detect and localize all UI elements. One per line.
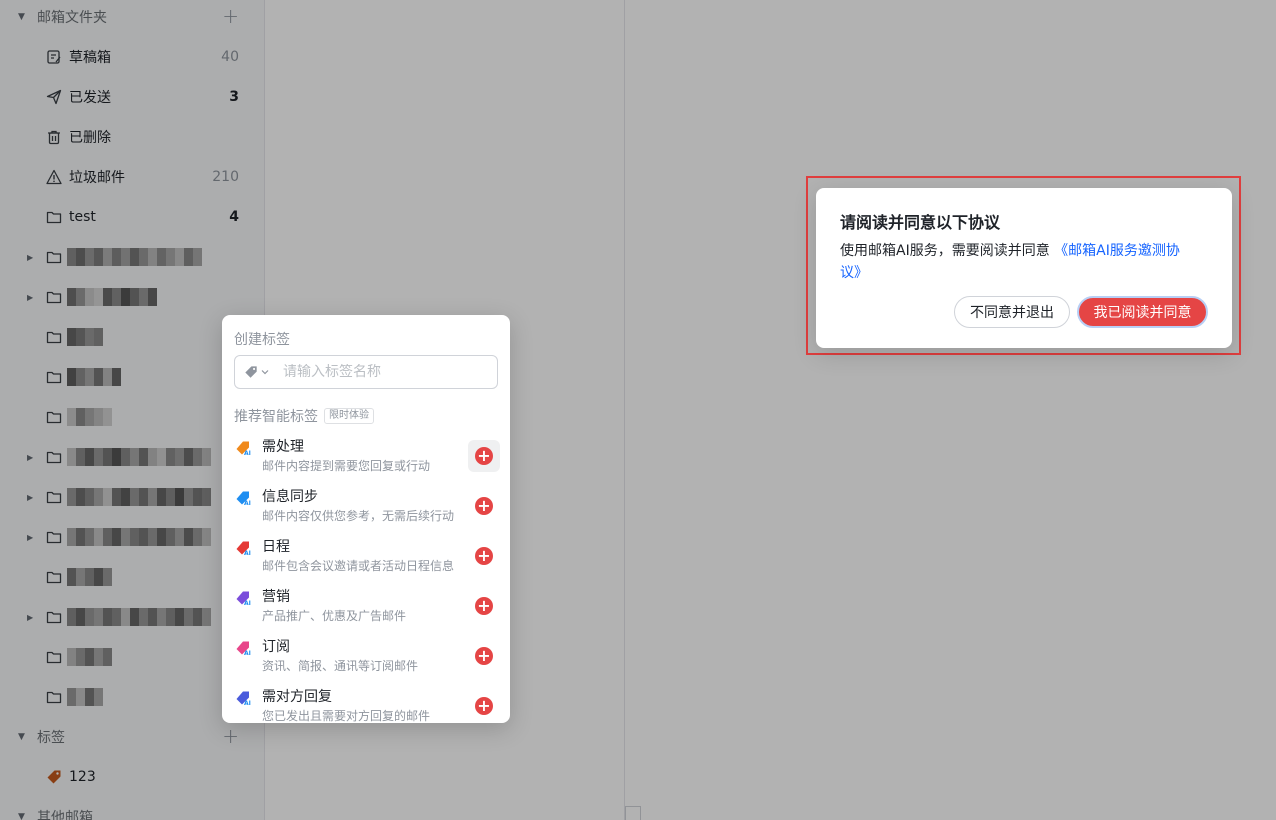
agreement-dialog: 请阅读并同意以下协议 使用邮箱AI服务，需要阅读并同意 《邮箱AI服务邀测协议》… <box>816 188 1232 348</box>
ai-tag-icon: AI <box>236 540 252 557</box>
ai-tag-icon: AI <box>236 440 252 457</box>
chevron-down-icon <box>261 370 269 375</box>
create-tag-popover: 创建标签 推荐智能标签 限时体验 AI 需处理 邮件内容提到需要您回复或行动 +… <box>222 315 510 723</box>
svg-text:AI: AI <box>244 550 251 556</box>
recommend-item: AI 订阅 资讯、简报、通讯等订阅邮件 + <box>222 636 510 684</box>
tag-name-input[interactable] <box>283 364 483 380</box>
recommend-item: AI 营销 产品推广、优惠及广告邮件 + <box>222 586 510 634</box>
plus-circle-icon: + <box>475 447 493 465</box>
svg-text:AI: AI <box>244 600 251 606</box>
add-recommend-tag-button[interactable]: + <box>468 590 500 622</box>
plus-circle-icon: + <box>475 647 493 665</box>
recommend-item-desc: 产品推广、优惠及广告邮件 <box>262 609 407 623</box>
recommend-item-desc: 邮件内容仅供您参考，无需后续行动 <box>262 509 455 523</box>
recommend-item-name: 日程 <box>262 539 290 555</box>
svg-text:AI: AI <box>244 500 251 506</box>
agree-button[interactable]: 我已阅读并同意 <box>1077 296 1208 328</box>
plus-circle-icon: + <box>475 497 493 515</box>
disagree-exit-button[interactable]: 不同意并退出 <box>954 296 1070 328</box>
plus-circle-icon: + <box>475 697 493 715</box>
recommend-item: AI 信息同步 邮件内容仅供您参考，无需后续行动 + <box>222 486 510 534</box>
recommend-item: AI 需对方回复 您已发出且需要对方回复的邮件 + <box>222 686 510 723</box>
recommend-title: 推荐智能标签 <box>234 409 318 425</box>
add-recommend-tag-button[interactable]: + <box>468 640 500 672</box>
recommend-item-name: 营销 <box>262 589 290 605</box>
popover-title: 创建标签 <box>234 332 290 348</box>
recommend-header: 推荐智能标签 限时体验 <box>234 406 374 426</box>
recommend-item-name: 订阅 <box>262 639 290 655</box>
dialog-body-text: 使用邮箱AI服务，需要阅读并同意 <box>840 243 1050 259</box>
ai-tag-icon: AI <box>236 690 252 707</box>
add-recommend-tag-button[interactable]: + <box>468 690 500 722</box>
recommend-item-name: 信息同步 <box>262 489 318 505</box>
modal-overlay[interactable] <box>0 0 1276 820</box>
plus-circle-icon: + <box>475 547 493 565</box>
plus-circle-icon: + <box>475 597 493 615</box>
add-recommend-tag-button[interactable]: + <box>468 490 500 522</box>
ai-tag-icon: AI <box>236 490 252 507</box>
dialog-body: 使用邮箱AI服务，需要阅读并同意 《邮箱AI服务邀测协议》 <box>840 240 1180 284</box>
recommend-item: AI 日程 邮件包含会议邀请或者活动日程信息 + <box>222 536 510 584</box>
tag-icon <box>245 366 257 378</box>
dialog-title: 请阅读并同意以下协议 <box>840 213 1001 232</box>
recommend-item-desc: 邮件内容提到需要您回复或行动 <box>262 459 431 473</box>
ai-tag-icon: AI <box>236 590 252 607</box>
add-recommend-tag-button[interactable]: + <box>468 440 500 472</box>
recommend-item: AI 需处理 邮件内容提到需要您回复或行动 + <box>222 436 510 484</box>
recommend-item-desc: 资讯、简报、通讯等订阅邮件 <box>262 659 419 673</box>
recommend-item-name: 需对方回复 <box>262 689 332 705</box>
recommend-item-name: 需处理 <box>262 439 304 455</box>
svg-text:AI: AI <box>244 650 251 656</box>
tag-color-picker[interactable] <box>244 365 269 379</box>
limited-trial-badge: 限时体验 <box>324 408 374 424</box>
svg-text:AI: AI <box>244 700 251 706</box>
svg-text:AI: AI <box>244 450 251 456</box>
recommend-item-desc: 您已发出且需要对方回复的邮件 <box>262 709 431 723</box>
recommend-item-desc: 邮件包含会议邀请或者活动日程信息 <box>262 559 455 573</box>
tag-name-input-wrapper <box>234 355 498 389</box>
ai-tag-icon: AI <box>236 640 252 657</box>
add-recommend-tag-button[interactable]: + <box>468 540 500 572</box>
